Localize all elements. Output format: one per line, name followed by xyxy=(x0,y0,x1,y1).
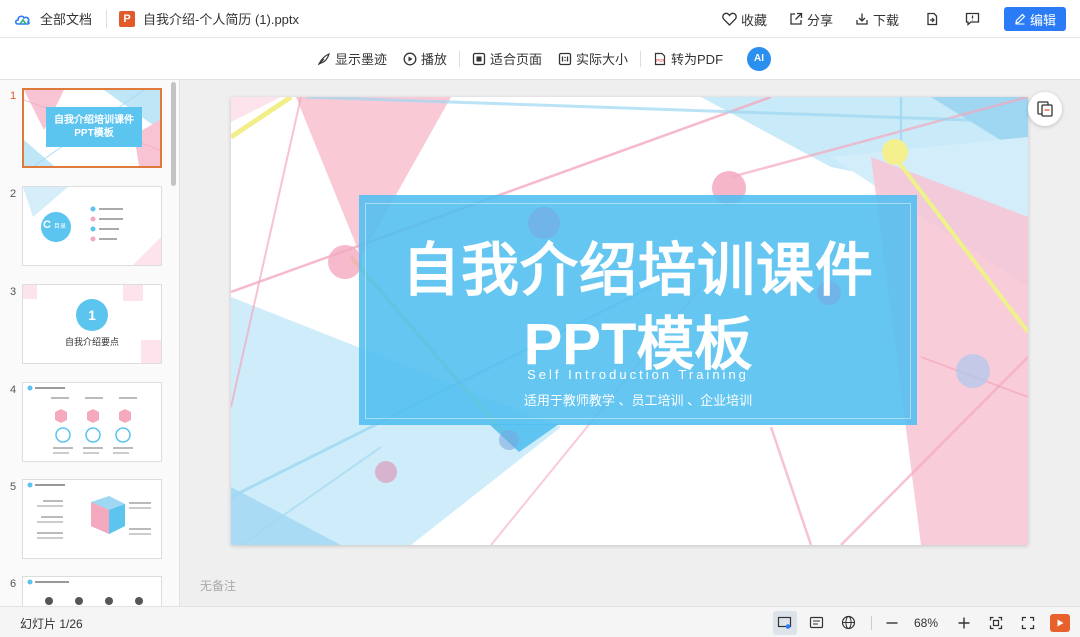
normal-view-button[interactable] xyxy=(772,610,797,635)
thumbnail-number: 2 xyxy=(10,188,17,200)
thumbnail-row: 1 自我介绍培训课件 PPT模板 xyxy=(0,88,170,170)
heart-icon xyxy=(722,12,737,26)
thumbnail-title: 自我介绍要点 xyxy=(64,337,119,347)
slide-thumbnail-4[interactable] xyxy=(22,382,162,462)
download-label: 下载 xyxy=(872,12,899,28)
thumbnail-row: 3 1 自我介绍要点 xyxy=(0,284,170,366)
divider xyxy=(458,50,460,67)
fit-page-button[interactable]: 适合页面 xyxy=(472,49,542,68)
divider xyxy=(640,50,642,67)
pencil-icon xyxy=(1015,13,1026,25)
slide-thumbnail-panel: 1 自我介绍培训课件 PPT模板 2 C 目录 3 1 自我介绍要点 4 5 6 xyxy=(0,80,180,606)
fit-page-icon xyxy=(472,52,486,65)
play-icon xyxy=(1057,619,1064,626)
title-banner: 自我介绍培训课件 PPT模板 Self Introduction Trainin… xyxy=(359,195,917,452)
slide-thumbnail-6[interactable] xyxy=(22,576,162,606)
notes-view-button[interactable] xyxy=(805,611,829,635)
feedback-icon[interactable] xyxy=(965,12,980,26)
pptx-file-icon: P xyxy=(119,10,136,27)
slide-canvas: 自我介绍培训课件 PPT模板 Self Introduction Trainin… xyxy=(181,80,1080,606)
zoom-out-button[interactable] xyxy=(880,611,904,635)
slide-thumbnail-5[interactable] xyxy=(22,479,162,559)
show-ink-label: 显示墨迹 xyxy=(334,52,387,67)
svg-text:PDF: PDF xyxy=(656,58,665,63)
play-label: 播放 xyxy=(420,52,447,67)
all-docs-link[interactable]: 全部文档 xyxy=(40,9,92,28)
ai-assistant-button[interactable]: AI xyxy=(747,46,772,71)
thumbnail-number: 3 xyxy=(10,286,17,298)
status-bar: 幻灯片 1/26 68% xyxy=(0,606,1080,637)
thumbnail-number: 5 xyxy=(10,481,17,493)
cloud-docs-icon[interactable] xyxy=(14,10,32,28)
fit-page-label: 适合页面 xyxy=(489,52,542,67)
thumbnail-subtitle: PPT模板 xyxy=(74,128,114,139)
zoom-in-button[interactable] xyxy=(952,611,976,635)
thumbnail-row: 5 xyxy=(0,479,170,561)
notes-icon xyxy=(810,616,824,628)
convert-pdf-label: 转为PDF xyxy=(671,52,724,67)
favorite-label: 收藏 xyxy=(740,12,767,28)
fit-window-button[interactable] xyxy=(984,611,1008,635)
actual-size-button[interactable]: 实际大小 xyxy=(558,49,628,68)
play-button[interactable]: 播放 xyxy=(403,49,447,68)
pdf-icon: PDF xyxy=(654,52,665,65)
show-ink-button[interactable]: 显示墨迹 xyxy=(317,49,387,68)
slide-thumbnail-2[interactable]: C 目录 xyxy=(22,186,162,266)
globe-icon xyxy=(842,615,856,630)
slideshow-play-button[interactable] xyxy=(1050,613,1070,632)
edit-button[interactable]: 编辑 xyxy=(1003,7,1066,31)
top-bar: 全部文档 P 自我介绍-个人简历 (1).pptx 收藏 分享 下载 编辑 xyxy=(0,0,1080,38)
thumbnail-title: 目录 xyxy=(54,224,67,230)
export-icon[interactable] xyxy=(925,12,939,26)
floating-tool-button[interactable] xyxy=(1028,92,1062,126)
thumbnail-number: 4 xyxy=(10,384,17,396)
share-icon xyxy=(790,12,803,25)
current-slide[interactable]: 自我介绍培训课件 PPT模板 Self Introduction Trainin… xyxy=(231,97,1028,545)
share-label: 分享 xyxy=(806,12,833,28)
slide-notes[interactable]: 无备注 xyxy=(200,577,236,594)
web-view-button[interactable] xyxy=(837,611,861,635)
thumbnail-badge: 1 xyxy=(88,307,96,323)
fit-window-icon xyxy=(989,616,1003,629)
copy-pdf-icon xyxy=(1037,101,1053,117)
slide-subtitle-english: Self Introduction Training xyxy=(527,367,749,382)
zoom-level[interactable]: 68% xyxy=(914,616,938,630)
favorite-button[interactable]: 收藏 xyxy=(722,10,767,29)
download-icon xyxy=(856,13,868,25)
thumbnail-row: 4 xyxy=(0,382,170,464)
slide-counter: 幻灯片 1/26 xyxy=(20,617,83,631)
slide-title-line1: 自我介绍培训课件 xyxy=(401,238,874,303)
actual-size-label: 实际大小 xyxy=(576,52,629,67)
plus-icon xyxy=(958,617,970,628)
slide-subtitle-chinese: 适用于教师教学 、员工培训 、企业培训 xyxy=(523,393,753,408)
thumbnail-badge: C xyxy=(43,219,51,231)
edit-label: 编辑 xyxy=(1029,12,1056,28)
feather-pen-icon xyxy=(317,52,330,65)
download-button[interactable]: 下载 xyxy=(855,10,899,29)
play-circle-icon xyxy=(403,52,417,65)
view-toolbar: 显示墨迹 播放 适合页面 实际大小 PDF 转为PDF AI xyxy=(0,38,1080,80)
thumbnail-row: 2 C 目录 xyxy=(0,186,170,268)
divider xyxy=(870,615,872,630)
divider xyxy=(106,9,108,28)
thumbnail-scrollbar[interactable] xyxy=(171,82,176,186)
convert-pdf-button[interactable]: PDF 转为PDF xyxy=(653,49,723,68)
fullscreen-button[interactable] xyxy=(1016,611,1040,635)
fullscreen-icon xyxy=(1021,616,1035,629)
minus-icon xyxy=(886,621,898,624)
thumbnail-number: 6 xyxy=(10,578,17,590)
thumbnail-row: 6 xyxy=(0,576,170,606)
slide-view-icon xyxy=(778,616,792,629)
share-button[interactable]: 分享 xyxy=(789,10,833,29)
slide-thumbnail-1[interactable]: 自我介绍培训课件 PPT模板 xyxy=(22,88,162,168)
document-title: 自我介绍-个人简历 (1).pptx xyxy=(143,12,300,27)
actual-size-icon xyxy=(558,52,572,65)
thumbnail-number: 1 xyxy=(10,90,17,102)
slide-thumbnail-3[interactable]: 1 自我介绍要点 xyxy=(22,284,162,364)
